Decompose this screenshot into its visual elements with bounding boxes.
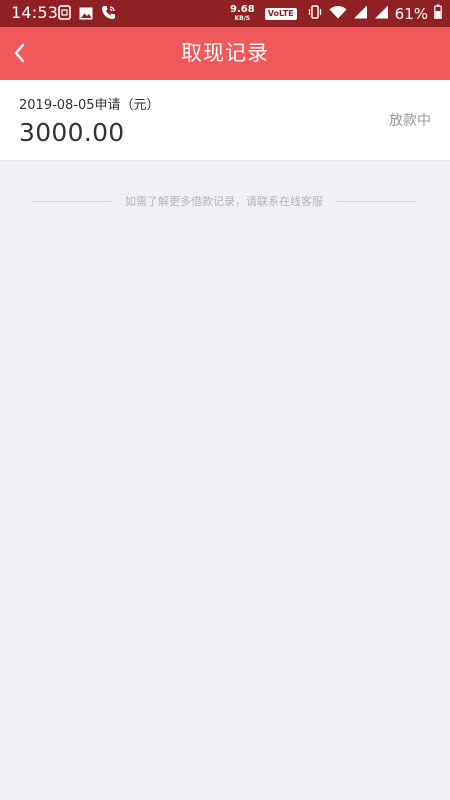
image-icon [79, 5, 93, 24]
network-speed-value: 9.68 [230, 3, 255, 15]
battery-level: 61% [394, 4, 428, 23]
battery-icon [434, 4, 442, 23]
divider-left [32, 200, 111, 202]
wifi-icon [329, 4, 347, 23]
volte-badge: VoLTE [264, 7, 297, 20]
status-time: 14:53 [11, 3, 59, 22]
record-status: 放款中 [389, 113, 431, 129]
vibrate-icon [307, 4, 323, 23]
network-speed: 9.68 KB/S [230, 3, 255, 23]
record-date-label: 2019-08-05申请（元） [19, 98, 160, 113]
app-header: 取现记录 [0, 27, 450, 80]
footer-tip-text: 如需了解更多借款记录，请联系在线客服 [125, 195, 323, 208]
status-bar: 14:53 9.68 KB/S VoLTE 61% [0, 0, 450, 27]
footer-tip: 如需了解更多借款记录，请联系在线客服 [32, 192, 416, 210]
status-left-icons [58, 4, 116, 24]
divider-right [337, 200, 416, 202]
signal-icon [353, 4, 368, 23]
sim-card-icon [58, 4, 71, 24]
phone-call-icon [101, 5, 116, 24]
withdrawal-record-item[interactable]: 2019-08-05申请（元） 3000.00 放款中 [0, 80, 450, 161]
network-speed-unit: KB/S [234, 14, 251, 22]
page-title: 取现记录 [181, 41, 269, 65]
record-amount: 3000.00 [19, 118, 125, 147]
signal-icon-2 [374, 4, 389, 23]
status-right-icons: 9.68 KB/S VoLTE 61% [230, 0, 442, 27]
